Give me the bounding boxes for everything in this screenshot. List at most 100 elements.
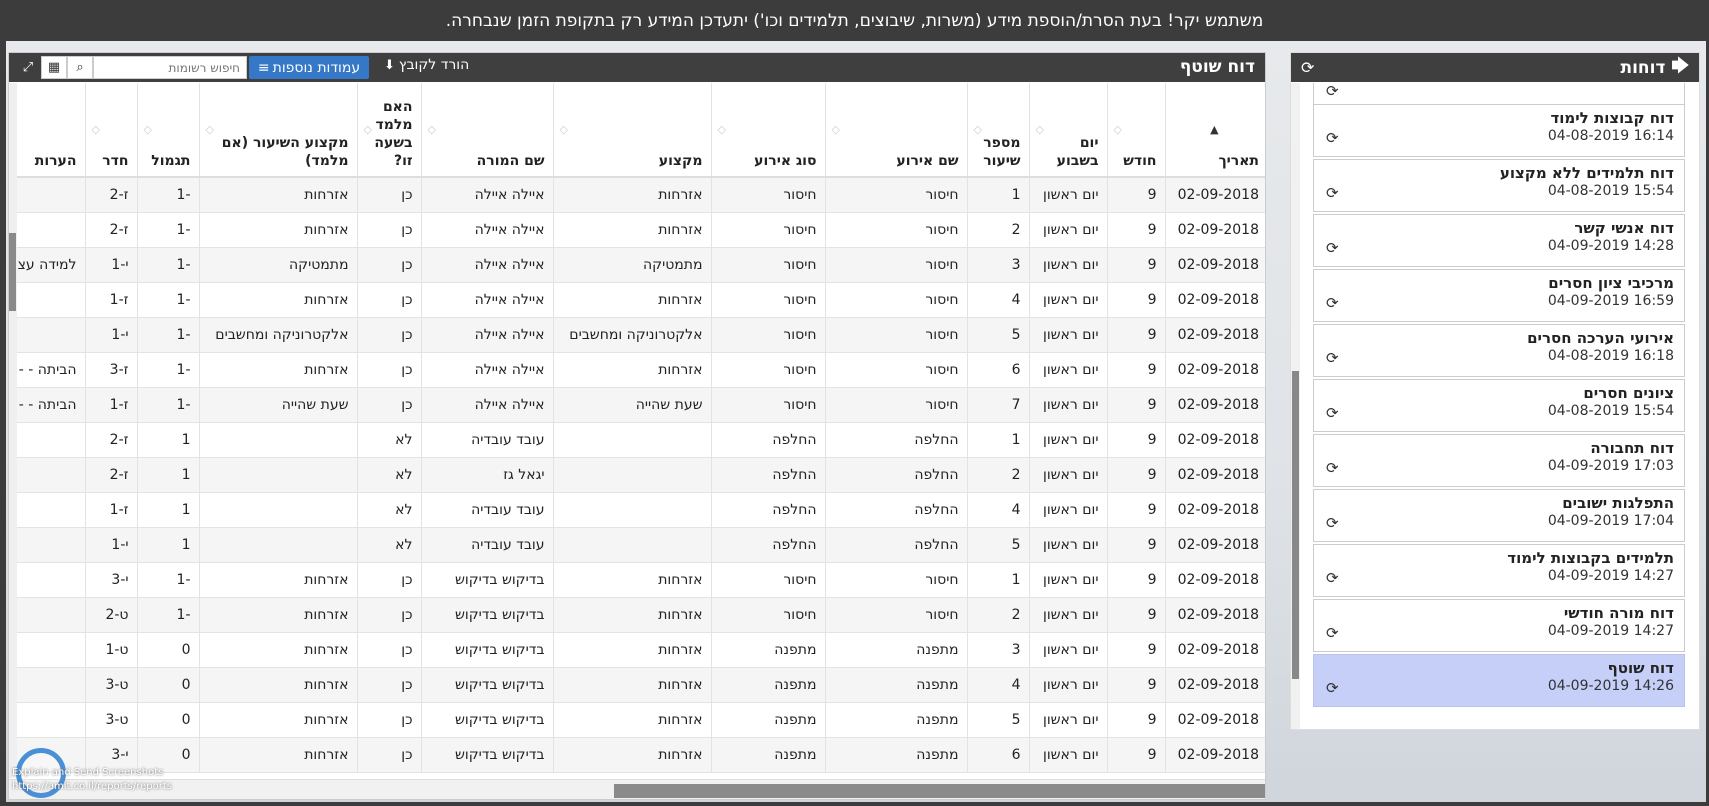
column-header[interactable]: שם המורה ◇ bbox=[420, 83, 553, 178]
report-table-container: תאריך ▲ חודש ◇ יום בשבוע ◇ מספר שיעור ◇ שם אירוע… bbox=[9, 83, 1265, 778]
table-cell: ט-3 bbox=[84, 702, 137, 738]
report-list-item[interactable]: דוח קבוצות לימוד 16:14 04-08-2019 ⟳ bbox=[1313, 104, 1685, 157]
sort-icon: ◇ bbox=[427, 123, 436, 136]
table-row[interactable]: 02-09-2018 9 יום ראשון 2 חיסור חיסור אזרחות איי… bbox=[9, 212, 1265, 248]
table-cell: אזרחות bbox=[552, 737, 711, 773]
table-vertical-scrollbar[interactable] bbox=[9, 83, 17, 778]
refresh-icon[interactable]: ⟳ bbox=[1326, 349, 1339, 367]
table-row[interactable]: 02-09-2018 9 יום ראשון 1 חיסור חיסור אזרחות איי… bbox=[9, 177, 1265, 213]
table-row[interactable]: 02-09-2018 9 יום ראשון 3 מתפנה מתפנה אזרחות בדי… bbox=[9, 632, 1265, 668]
refresh-icon[interactable]: ⟳ bbox=[1326, 459, 1339, 477]
report-list-item[interactable]: התפלגות ישובים 17:04 04-09-2019 ⟳ bbox=[1313, 489, 1685, 542]
table-cell: אזרחות bbox=[552, 597, 711, 633]
refresh-icon[interactable]: ⟳ bbox=[1326, 569, 1339, 587]
column-header[interactable]: תאריך ▲ bbox=[1164, 83, 1265, 178]
table-cell: 9 bbox=[1106, 527, 1165, 563]
refresh-icon[interactable]: ⟳ bbox=[1326, 294, 1339, 312]
table-cell: כן bbox=[356, 177, 421, 213]
column-header[interactable]: מספר שיעור ◇ bbox=[966, 83, 1029, 178]
table-row[interactable]: 02-09-2018 9 יום ראשון 1 החלפה החלפה עובד עובד… bbox=[9, 422, 1265, 458]
table-row[interactable]: 02-09-2018 9 יום ראשון 4 חיסור חיסור אזרחות איי… bbox=[9, 282, 1265, 318]
column-header[interactable]: מקצוע ◇ bbox=[552, 83, 711, 178]
table-vertical-scrollbar-thumb[interactable] bbox=[9, 233, 16, 311]
refresh-icon[interactable]: ⟳ bbox=[1326, 514, 1339, 532]
report-list-item[interactable]: דוח מורה חודשי 14:27 04-09-2019 ⟳ bbox=[1313, 599, 1685, 652]
report-list-item[interactable]: אירועי הערכה חסרים 16:18 04-08-2019 ⟳ bbox=[1313, 324, 1685, 377]
report-list-item[interactable]: ציונים חסרים 15:54 04-08-2019 ⟳ bbox=[1313, 379, 1685, 432]
table-row[interactable]: 02-09-2018 9 יום ראשון 3 חיסור חיסור מתמטיקה אי… bbox=[9, 247, 1265, 283]
table-row[interactable]: 02-09-2018 9 יום ראשון 2 החלפה החלפה יגאל גז לא… bbox=[9, 457, 1265, 493]
refresh-icon[interactable]: ⟳ bbox=[1326, 129, 1339, 147]
column-header-label: תאריך bbox=[1218, 153, 1259, 169]
table-row[interactable]: 02-09-2018 9 יום ראשון 2 חיסור חיסור אזרחות בדי… bbox=[9, 597, 1265, 633]
refresh-icon[interactable]: ⟳ bbox=[1326, 239, 1339, 257]
table-cell: 02-09-2018 bbox=[1164, 212, 1265, 248]
column-header[interactable]: חדר ◇ bbox=[84, 83, 137, 178]
table-row[interactable]: 02-09-2018 9 יום ראשון 4 החלפה החלפה עובד עובד… bbox=[9, 492, 1265, 528]
table-cell: כן bbox=[356, 282, 421, 318]
table-cell: אזרחות bbox=[552, 562, 711, 598]
refresh-icon[interactable]: ⟳ bbox=[1326, 184, 1339, 202]
column-header[interactable]: מקצוע השיעור (אם מלמד) ◇ bbox=[198, 83, 357, 178]
refresh-icon[interactable]: ⟳ bbox=[1326, 404, 1339, 422]
columns-toggle-button[interactable]: ▦ bbox=[41, 56, 67, 79]
table-cell: שעת שהייה bbox=[198, 387, 357, 423]
column-header[interactable]: הערות◇ bbox=[9, 83, 85, 178]
refresh-icon[interactable]: ⟳ bbox=[1301, 58, 1314, 77]
report-date: 16:59 04-09-2019 bbox=[1547, 293, 1674, 309]
report-list-item[interactable]: דוח אנשי קשר 14:28 04-09-2019 ⟳ bbox=[1313, 214, 1685, 267]
table-horizontal-scrollbar-thumb[interactable] bbox=[614, 784, 1265, 798]
column-header[interactable]: סוג אירוע ◇ bbox=[710, 83, 825, 178]
table-row[interactable]: 02-09-2018 9 יום ראשון 4 מתפנה מתפנה אזרחות בדי… bbox=[9, 667, 1265, 703]
column-header[interactable]: תגמול ◇ bbox=[136, 83, 199, 178]
table-row[interactable]: 02-09-2018 9 יום ראשון 1 חיסור חיסור אזרחות בדי… bbox=[9, 562, 1265, 598]
table-cell bbox=[9, 177, 85, 213]
refresh-icon[interactable]: ⟳ bbox=[1326, 624, 1339, 642]
table-cell: החלפה bbox=[710, 527, 825, 563]
report-list-item[interactable]: מרכיבי ציון חסרים 16:59 04-09-2019 ⟳ bbox=[1313, 269, 1685, 322]
column-header[interactable]: האם מלמד בשעה זו? ◇ bbox=[356, 83, 421, 178]
refresh-icon[interactable]: ⟳ bbox=[1326, 679, 1339, 697]
table-row[interactable]: 02-09-2018 9 יום ראשון 6 מתפנה מתפנה אזרחות בדי… bbox=[9, 737, 1265, 773]
download-icon: ⬇ bbox=[384, 57, 395, 73]
table-cell: אזרחות bbox=[552, 282, 711, 318]
extra-columns-button[interactable]: עמודות נוספות ≡ bbox=[249, 56, 369, 79]
table-cell: החלפה bbox=[710, 422, 825, 458]
table-row[interactable]: 02-09-2018 9 יום ראשון 5 החלפה החלפה עובד עובד… bbox=[9, 527, 1265, 563]
report-name: תלמידים בקבוצות לימוד bbox=[1507, 549, 1674, 567]
table-row[interactable]: 02-09-2018 9 יום ראשון 5 חיסור חיסור אלקטרוניק… bbox=[9, 317, 1265, 353]
table-cell: 5 bbox=[966, 702, 1029, 738]
column-header[interactable]: שם אירוע ◇ bbox=[824, 83, 967, 178]
table-cell: חיסור bbox=[824, 562, 967, 598]
table-cell bbox=[9, 702, 85, 738]
table-cell: אזרחות bbox=[198, 177, 357, 213]
report-list-item[interactable]: דוח תלמידים ללא מקצוע 15:54 04-08-2019 ⟳ bbox=[1313, 159, 1685, 212]
fullscreen-button[interactable]: ⤢ bbox=[15, 56, 41, 79]
table-row[interactable]: 02-09-2018 9 יום ראשון 6 חיסור חיסור אזרחות איי… bbox=[9, 352, 1265, 388]
reports-title: דוחות bbox=[1620, 57, 1666, 78]
table-cell: חיסור bbox=[710, 352, 825, 388]
column-header[interactable]: חודש ◇ bbox=[1106, 83, 1165, 178]
table-cell: בדיקוש בדיקוש bbox=[420, 702, 553, 738]
column-header[interactable]: יום בשבוע ◇ bbox=[1028, 83, 1107, 178]
table-cell: אלקטרוניקה ומחשבים bbox=[552, 317, 711, 353]
search-input[interactable] bbox=[93, 56, 247, 79]
column-header-label: חדר bbox=[102, 153, 129, 169]
table-cell: 9 bbox=[1106, 597, 1165, 633]
report-name: דוח שוטף bbox=[1607, 659, 1674, 677]
reports-back-button[interactable]: 🡆 דוחות bbox=[1620, 53, 1689, 82]
table-cell bbox=[198, 457, 357, 493]
refresh-icon[interactable]: ⟳ bbox=[1326, 83, 1339, 100]
search-button[interactable]: ⌕ bbox=[67, 56, 93, 79]
report-list-item[interactable]: דוח תחבורה 17:03 04-09-2019 ⟳ bbox=[1313, 434, 1685, 487]
report-list-item[interactable]: תלמידים בקבוצות לימוד 14:27 04-09-2019 ⟳ bbox=[1313, 544, 1685, 597]
report-list-item[interactable]: דוח שוטף 14:26 04-09-2019 ⟳ bbox=[1313, 654, 1685, 707]
download-file-button[interactable]: הורד לקובץ ⬇ bbox=[384, 57, 469, 73]
table-cell: בדיקוש בדיקוש bbox=[420, 597, 553, 633]
table-horizontal-scrollbar[interactable] bbox=[9, 779, 1265, 799]
table-cell: 9 bbox=[1106, 282, 1165, 318]
table-row[interactable]: 02-09-2018 9 יום ראשון 7 חיסור חיסור שעת שהייה… bbox=[9, 387, 1265, 423]
report-name: אירועי הערכה חסרים bbox=[1527, 329, 1674, 347]
table-cell: חיסור bbox=[824, 212, 967, 248]
table-row[interactable]: 02-09-2018 9 יום ראשון 5 מתפנה מתפנה אזרחות בדי… bbox=[9, 702, 1265, 738]
